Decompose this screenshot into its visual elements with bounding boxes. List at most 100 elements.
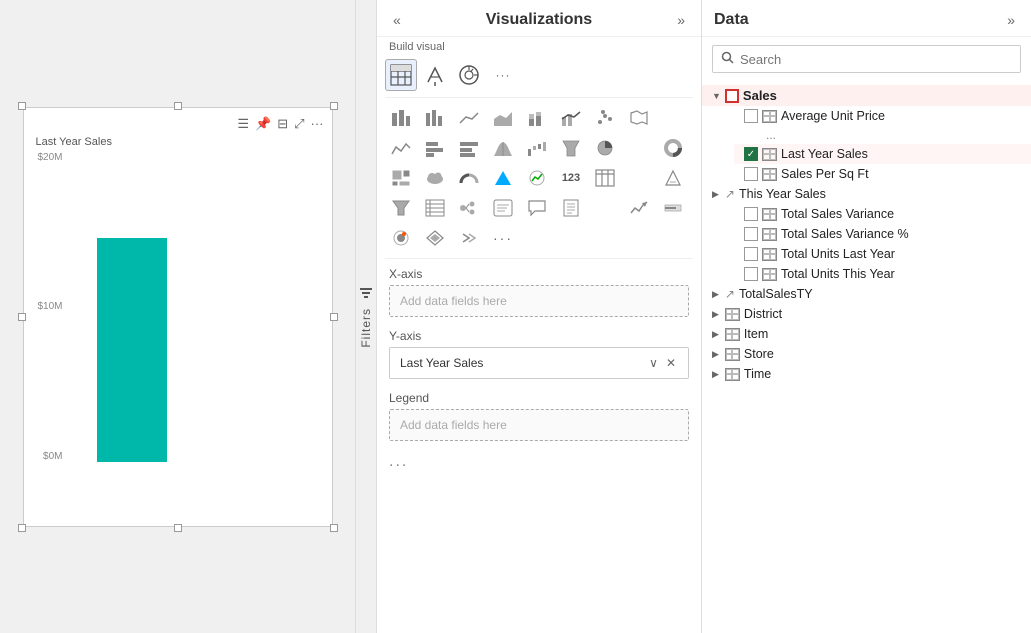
legend-drop-zone[interactable]: Add data fields here	[389, 409, 689, 441]
viz-icon-line[interactable]	[453, 104, 485, 132]
time-header[interactable]: ▶ Time	[702, 364, 1031, 384]
viz-icon-diamond[interactable]	[419, 224, 451, 252]
viz-icon-number[interactable]: 123	[555, 164, 587, 192]
search-input[interactable]	[740, 52, 1012, 67]
handle-bottom-middle[interactable]	[174, 524, 182, 532]
viz-type-more[interactable]: ···	[487, 59, 519, 91]
viz-icon-paginated[interactable]	[555, 194, 587, 222]
viz-icon-sparkline[interactable]	[385, 134, 417, 162]
total-sales-variance-item[interactable]: Total Sales Variance	[734, 204, 1031, 224]
last-year-sales-checkbox[interactable]: ✓	[744, 147, 758, 161]
viz-icon-waterfall[interactable]	[521, 134, 553, 162]
trend-icon-tsty: ↗	[725, 287, 735, 301]
viz-icon-column[interactable]	[419, 104, 451, 132]
viz-title: Visualizations	[486, 11, 592, 29]
avg-unit-price-checkbox[interactable]	[744, 109, 758, 123]
pin-icon[interactable]: 📌	[255, 116, 271, 132]
viz-icon-arrow[interactable]	[487, 164, 519, 192]
viz-icon-more-visuals[interactable]: ···	[487, 224, 519, 252]
viz-icon-map[interactable]	[623, 104, 655, 132]
viz-icon-bar[interactable]	[385, 104, 417, 132]
viz-icon-arcgis[interactable]	[385, 224, 417, 252]
viz-icon-cloud[interactable]	[419, 164, 451, 192]
data-title: Data	[714, 11, 749, 29]
menu-icon[interactable]: ☰	[237, 116, 249, 132]
viz-expand-btn[interactable]: »	[673, 10, 689, 30]
total-sales-variance-pct-checkbox[interactable]	[744, 227, 758, 241]
y-axis-expand-btn[interactable]: ∨	[647, 356, 660, 370]
viz-icon-speech[interactable]	[521, 194, 553, 222]
more-icon[interactable]: ···	[311, 116, 324, 132]
viz-icon-treemap[interactable]	[385, 164, 417, 192]
x-axis-section: X-axis Add data fields here	[377, 261, 701, 323]
viz-type-format[interactable]	[419, 59, 451, 91]
chart-area: ☰ 📌 ⊟ ⤢ ··· Last Year Sales $20M $10M $0…	[0, 0, 355, 633]
sales-section-header[interactable]: ▼ Sales	[702, 85, 1031, 106]
table-icon-tsv	[762, 208, 777, 221]
handle-top-left[interactable]	[18, 102, 26, 110]
more-fields-dots[interactable]: ...	[377, 447, 701, 477]
viz-icon-bar2[interactable]	[419, 134, 451, 162]
viz-icon-kpi[interactable]	[521, 164, 553, 192]
viz-icon-smartnarr[interactable]	[487, 194, 519, 222]
viz-icon-matrix[interactable]	[419, 194, 451, 222]
viz-icon-decomp[interactable]	[453, 194, 485, 222]
district-header[interactable]: ▶ District	[702, 304, 1031, 324]
viz-icon-area[interactable]	[487, 104, 519, 132]
y-axis-drop-zone[interactable]: Last Year Sales ∨ ✕	[389, 347, 689, 379]
table-icon-lys	[762, 148, 777, 161]
chart-container: ☰ 📌 ⊟ ⤢ ··· Last Year Sales $20M $10M $0…	[23, 107, 333, 527]
viz-icon-variance[interactable]	[657, 164, 689, 192]
sales-per-sq-ft-item[interactable]: Sales Per Sq Ft	[734, 164, 1031, 184]
store-header[interactable]: ▶ Store	[702, 344, 1031, 364]
district-label: District	[744, 307, 782, 321]
total-units-last-year-checkbox[interactable]	[744, 247, 758, 261]
filter-icon[interactable]: ⊟	[277, 116, 288, 132]
total-sales-ty-header[interactable]: ▶ ↗ TotalSalesTY	[702, 284, 1031, 304]
total-units-this-year-item[interactable]: Total Units This Year	[734, 264, 1031, 284]
viz-icon-ribbon[interactable]	[487, 134, 519, 162]
viz-icon-gauge[interactable]	[453, 164, 485, 192]
handle-bottom-right[interactable]	[330, 524, 338, 532]
visualizations-panel: « Visualizations » Build visual	[377, 0, 702, 633]
viz-icon-goals[interactable]	[623, 194, 655, 222]
viz-icon-pie[interactable]	[589, 134, 621, 162]
this-year-sales-header[interactable]: ▶ ↗ This Year Sales	[702, 184, 1031, 204]
viz-icon-blank4	[589, 194, 621, 222]
handle-middle-right[interactable]	[330, 313, 338, 321]
x-axis-placeholder: Add data fields here	[400, 294, 507, 308]
handle-top-right[interactable]	[330, 102, 338, 110]
viz-icon-bullet[interactable]	[657, 194, 689, 222]
viz-icon-bar3[interactable]	[453, 134, 485, 162]
chart-toolbar: ☰ 📌 ⊟ ⤢ ···	[32, 116, 324, 132]
sales-per-sq-ft-checkbox[interactable]	[744, 167, 758, 181]
avg-unit-price-item[interactable]: Average Unit Price	[734, 106, 1031, 126]
viz-icon-table2[interactable]	[589, 164, 621, 192]
handle-bottom-left[interactable]	[18, 524, 26, 532]
viz-icon-funnel[interactable]	[555, 134, 587, 162]
viz-icon-combo[interactable]	[555, 104, 587, 132]
filters-strip[interactable]: Filters	[355, 0, 377, 633]
total-units-last-year-item[interactable]: Total Units Last Year	[734, 244, 1031, 264]
item-header[interactable]: ▶ Item	[702, 324, 1031, 344]
viz-icon-scatter[interactable]	[589, 104, 621, 132]
viz-icon-chevrons[interactable]	[453, 224, 485, 252]
handle-top-middle[interactable]	[174, 102, 182, 110]
sales-children: Average Unit Price ... ✓ Last Year Sales…	[702, 106, 1031, 184]
total-sales-variance-checkbox[interactable]	[744, 207, 758, 221]
viz-type-table[interactable]	[385, 59, 417, 91]
x-axis-drop-zone[interactable]: Add data fields here	[389, 285, 689, 317]
viz-icon-donut[interactable]	[657, 134, 689, 162]
handle-middle-left[interactable]	[18, 313, 26, 321]
sales-checkbox[interactable]	[725, 89, 739, 103]
expand-icon[interactable]: ⤢	[294, 116, 304, 132]
y-axis-remove-btn[interactable]: ✕	[664, 356, 678, 370]
viz-icon-stacked[interactable]	[521, 104, 553, 132]
data-expand-btn[interactable]: »	[1003, 10, 1019, 30]
last-year-sales-item[interactable]: ✓ Last Year Sales	[734, 144, 1031, 164]
viz-icon-filter2[interactable]	[385, 194, 417, 222]
total-units-this-year-checkbox[interactable]	[744, 267, 758, 281]
viz-type-analytics[interactable]	[453, 59, 485, 91]
viz-collapse-btn[interactable]: «	[389, 10, 405, 30]
total-sales-variance-pct-item[interactable]: Total Sales Variance %	[734, 224, 1031, 244]
